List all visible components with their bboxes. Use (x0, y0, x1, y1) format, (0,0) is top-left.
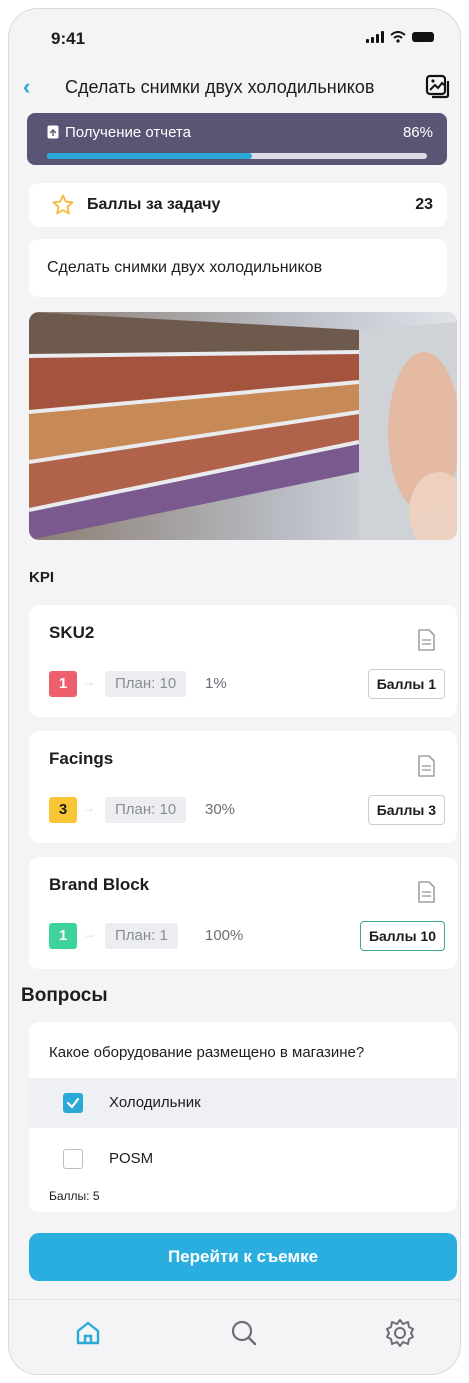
shelf-photo[interactable] (29, 312, 457, 540)
question-text: Какое оборудование размещено в магазине? (49, 1044, 365, 1061)
battery-icon (412, 32, 434, 42)
document-icon[interactable] (417, 881, 435, 903)
arrow-right-icon: → (83, 801, 95, 815)
document-icon (47, 125, 59, 139)
checkbox-checked[interactable] (63, 1093, 83, 1113)
option-label: Холодильник (109, 1094, 201, 1111)
kpi-percent: 30% (205, 801, 236, 818)
kpi-plan: План: 10 (105, 797, 187, 823)
option-label: POSM (109, 1150, 154, 1167)
star-icon (52, 194, 74, 215)
wifi-icon (390, 31, 406, 43)
progress-track (47, 153, 427, 159)
kpi-points-button[interactable]: Баллы 1 (367, 669, 445, 699)
back-button[interactable]: ‹ (23, 75, 30, 99)
document-icon[interactable] (417, 629, 435, 651)
kpi-points-button[interactable]: Баллы 10 (359, 921, 445, 951)
kpi-section-title: KPI (29, 569, 55, 586)
kpi-fact-badge: 3 (49, 797, 77, 823)
kpi-percent: 100% (205, 927, 244, 944)
shelf-photo-image (29, 312, 457, 540)
kpi-fact-badge: 1 (49, 671, 77, 697)
go-to-shooting-button[interactable]: Перейти к съемке (29, 1233, 457, 1281)
settings-icon[interactable] (383, 1316, 417, 1350)
kpi-name: Facings (49, 749, 114, 768)
kpi-card[interactable]: Brand Block 1 → План: 1 100% Баллы 10 (29, 857, 457, 969)
arrow-right-icon: → (83, 927, 95, 941)
kpi-name: SKU2 (49, 623, 95, 642)
progress-label: Получение отчета (65, 124, 191, 141)
search-icon[interactable] (227, 1316, 261, 1350)
checkbox-unchecked[interactable] (63, 1149, 83, 1169)
kpi-card[interactable]: SKU2 1 → План: 10 1% Баллы 1 (29, 605, 457, 717)
question-card: Какое оборудование размещено в магазине?… (29, 1022, 457, 1212)
phone-screen: 9:41 ‹ Сделать снимки двух холодильников (8, 8, 461, 1375)
home-icon[interactable] (71, 1316, 105, 1350)
question-points: Баллы: 5 (49, 1189, 100, 1203)
status-bar: 9:41 (9, 9, 460, 65)
kpi-card[interactable]: Facings 3 → План: 10 30% Баллы 3 (29, 731, 457, 843)
task-score-card: Баллы за задачу 23 (29, 183, 447, 227)
report-progress-card: Получение отчета 86% (27, 113, 447, 165)
option-fridge[interactable]: Холодильник (29, 1078, 457, 1128)
arrow-right-icon: → (83, 675, 95, 689)
kpi-name: Brand Block (49, 875, 150, 894)
check-icon (66, 1097, 80, 1109)
tab-bar (9, 1299, 460, 1374)
kpi-fact-badge: 1 (49, 923, 77, 949)
progress-fill (47, 153, 253, 159)
page-title: Сделать снимки двух холодильников (65, 77, 375, 97)
header: ‹ Сделать снимки двух холодильников (9, 71, 460, 107)
task-description-card: Сделать снимки двух холодильников (29, 239, 447, 297)
document-icon[interactable] (417, 755, 435, 777)
score-value: 23 (415, 196, 433, 213)
gallery-icon[interactable] (424, 73, 450, 99)
status-time: 9:41 (51, 29, 86, 48)
progress-percent: 86% (402, 124, 433, 141)
status-icons (366, 31, 434, 43)
score-label: Баллы за задачу (87, 196, 221, 213)
kpi-plan: План: 1 (105, 923, 178, 949)
kpi-percent: 1% (205, 675, 227, 692)
kpi-plan: План: 10 (105, 671, 187, 697)
option-posm[interactable]: POSM (29, 1134, 457, 1184)
questions-section-title: Вопросы (21, 985, 108, 1006)
task-description: Сделать снимки двух холодильников (47, 259, 323, 276)
kpi-points-button[interactable]: Баллы 3 (367, 795, 445, 825)
signal-icon (366, 31, 384, 43)
